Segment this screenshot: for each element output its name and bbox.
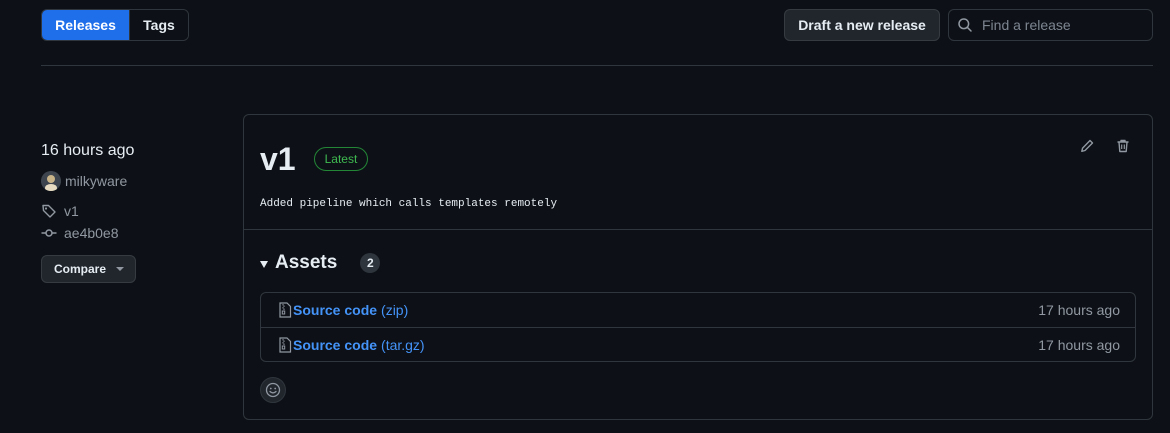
pencil-icon[interactable]	[1078, 137, 1096, 155]
assets-toggle[interactable]: Assets 2	[260, 252, 381, 274]
author-name[interactable]: milkyware	[65, 173, 127, 189]
tags-tab[interactable]: Tags	[129, 10, 188, 40]
releases-toolbar: Releases Tags Draft a new release	[41, 9, 1153, 41]
tag-icon	[42, 204, 56, 218]
latest-badge: Latest	[313, 147, 369, 171]
releases-tags-switcher: Releases Tags	[41, 9, 189, 41]
release-meta: 16 hours ago milkyware v1 ae4b0e8 Compar…	[41, 140, 231, 283]
avatar[interactable]	[41, 171, 61, 191]
assets-label: Assets	[275, 252, 338, 273]
find-release-input[interactable]	[982, 17, 1142, 33]
search-icon	[958, 18, 972, 32]
git-commit-icon	[41, 229, 57, 237]
release-title[interactable]: v1	[260, 141, 296, 177]
release-author[interactable]: milkyware	[41, 171, 231, 191]
release-actions	[1078, 137, 1132, 155]
releases-tab[interactable]: Releases	[42, 10, 129, 40]
release-header: v1 Latest	[260, 141, 369, 177]
release-commit[interactable]: ae4b0e8	[41, 223, 231, 243]
assets-list: Source code (zip) 17 hours ago Source co…	[260, 292, 1136, 362]
commit-sha[interactable]: ae4b0e8	[64, 225, 119, 241]
assets-count: 2	[360, 253, 381, 273]
release-card: v1 Latest Added pipeline which calls tem…	[243, 114, 1153, 420]
compare-button[interactable]: Compare	[41, 255, 136, 283]
asset-name[interactable]: Source code	[293, 302, 377, 318]
find-release-search[interactable]	[948, 9, 1153, 41]
file-zip-icon	[279, 336, 292, 353]
asset-name[interactable]: Source code	[293, 337, 377, 353]
file-zip-icon	[279, 302, 292, 318]
asset-ext[interactable]: (zip)	[381, 302, 408, 318]
triangle-down-icon	[260, 260, 268, 268]
compare-label: Compare	[54, 262, 107, 276]
trash-icon[interactable]	[1114, 137, 1132, 155]
card-divider	[244, 229, 1152, 230]
toolbar-divider	[41, 65, 1153, 66]
draft-new-release-button[interactable]: Draft a new release	[784, 9, 940, 41]
release-time: 16 hours ago	[41, 142, 135, 159]
asset-ext[interactable]: (tar.gz)	[381, 337, 425, 353]
asset-row: Source code (tar.gz) 17 hours ago	[261, 327, 1135, 361]
smiley-icon	[265, 382, 281, 398]
asset-time: 17 hours ago	[1038, 336, 1120, 353]
release-tag[interactable]: v1	[41, 201, 231, 221]
asset-row: Source code (zip) 17 hours ago	[261, 293, 1135, 327]
caret-down-icon	[116, 267, 125, 271]
add-reaction-button[interactable]	[260, 377, 286, 403]
asset-time: 17 hours ago	[1038, 302, 1120, 318]
tag-name[interactable]: v1	[64, 203, 79, 219]
release-notes: Added pipeline which calls templates rem…	[260, 198, 558, 210]
